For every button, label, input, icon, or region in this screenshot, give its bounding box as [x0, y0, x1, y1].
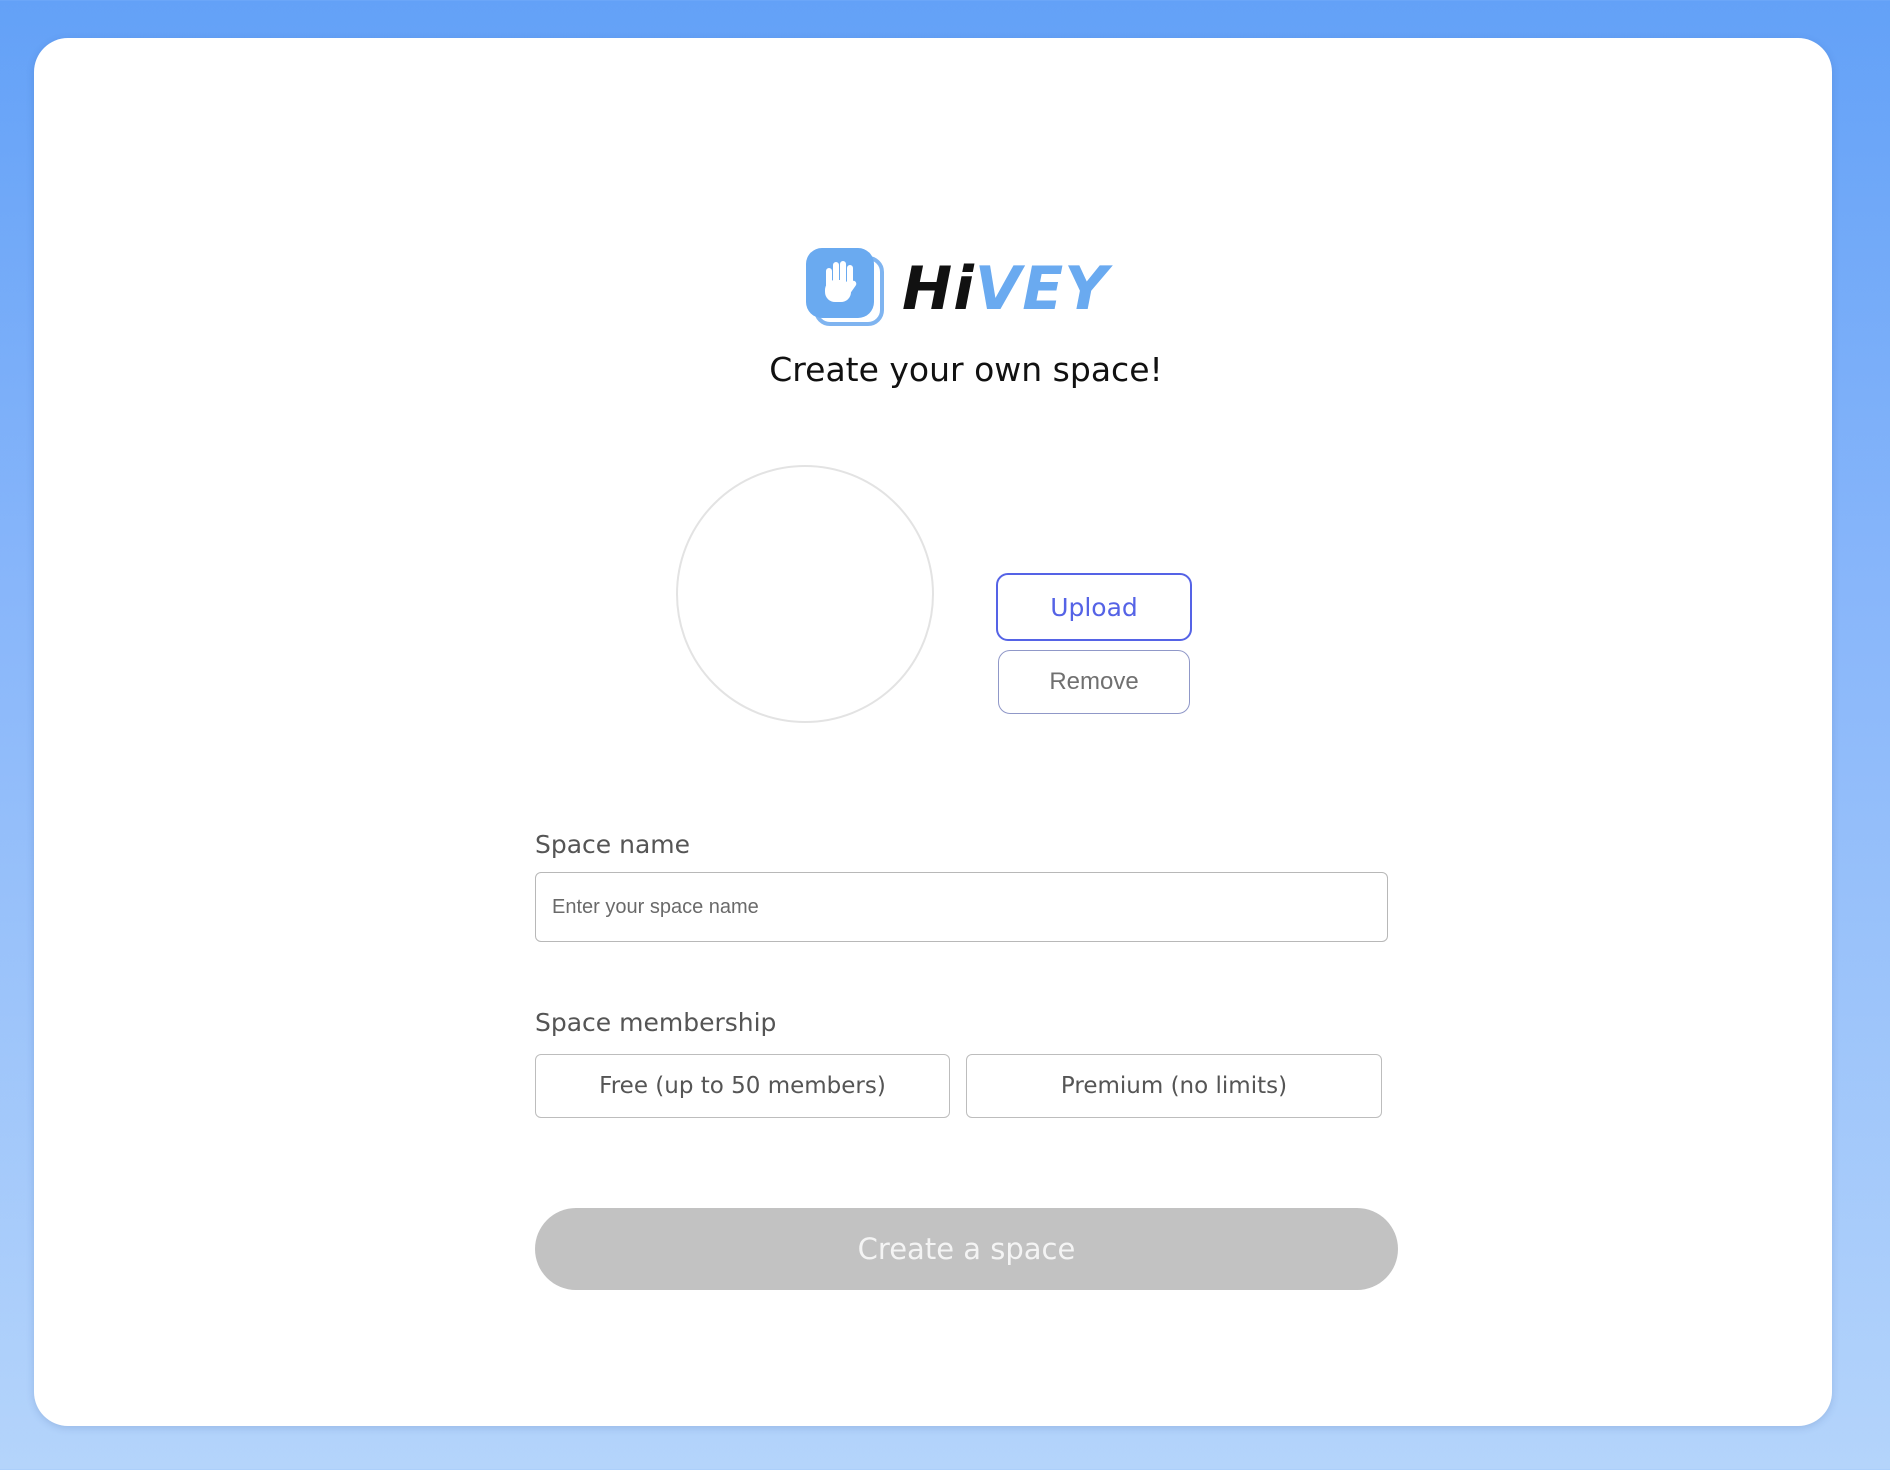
waving-hand-icon: [806, 248, 886, 330]
hivey-logo: HiVEY: [806, 248, 1109, 330]
upload-button[interactable]: Upload: [996, 573, 1192, 641]
space-name-label: Space name: [535, 830, 691, 859]
remove-button[interactable]: Remove: [998, 650, 1190, 714]
page-title: Create your own space!: [769, 350, 1163, 389]
membership-free-option[interactable]: Free (up to 50 members): [535, 1054, 950, 1118]
create-space-button[interactable]: Create a space: [535, 1208, 1398, 1290]
brand-wordmark: HiVEY: [902, 259, 1109, 319]
create-space-card: HiVEY Create your own space! Upload Remo…: [34, 38, 1832, 1426]
space-membership-label: Space membership: [535, 1008, 777, 1037]
brand-wordmark-vey: VEY: [974, 254, 1109, 324]
membership-premium-option[interactable]: Premium (no limits): [966, 1054, 1382, 1118]
space-avatar-preview: [676, 465, 934, 723]
space-name-input[interactable]: [535, 872, 1388, 942]
brand-wordmark-hi: Hi: [902, 254, 975, 324]
